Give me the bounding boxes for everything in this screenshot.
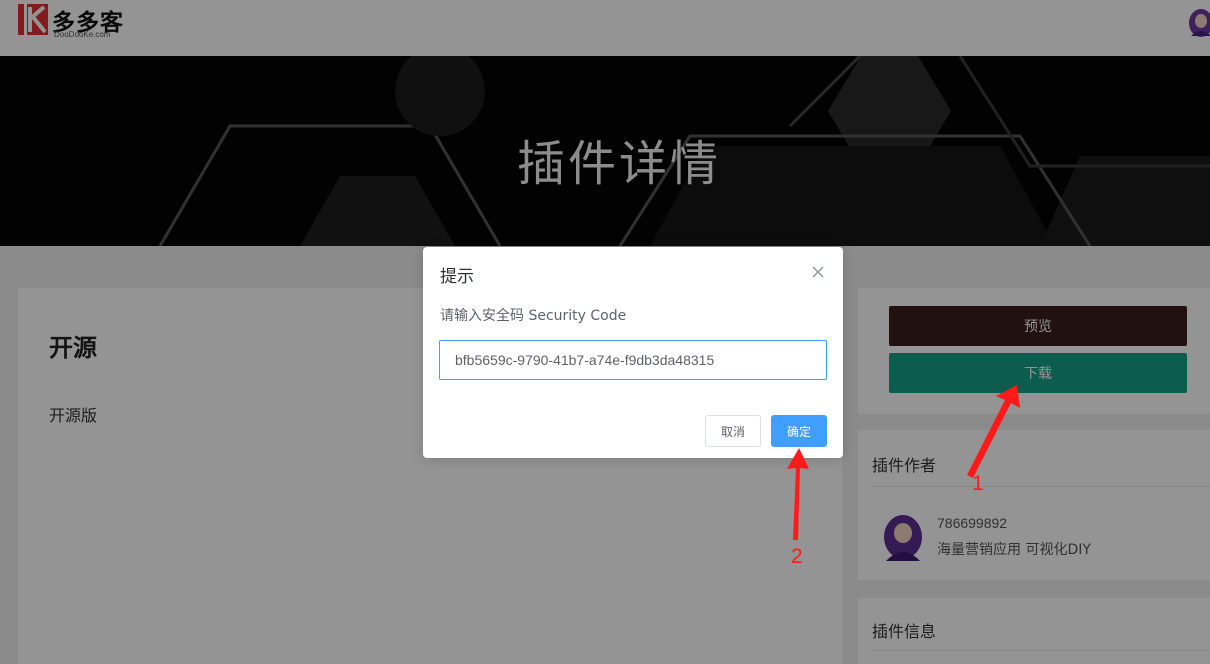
annotation-label-1: 1	[972, 472, 984, 495]
cancel-button[interactable]: 取消	[705, 415, 761, 447]
close-icon[interactable]	[808, 262, 828, 282]
confirm-button[interactable]: 确定	[771, 415, 827, 447]
dialog-title: 提示	[440, 267, 474, 287]
security-code-dialog: 提示 请输入安全码 Security Code 取消 确定	[423, 247, 843, 458]
dialog-message: 请输入安全码 Security Code	[440, 308, 627, 324]
security-code-input[interactable]	[439, 340, 827, 380]
annotation-label-2: 2	[791, 545, 803, 568]
